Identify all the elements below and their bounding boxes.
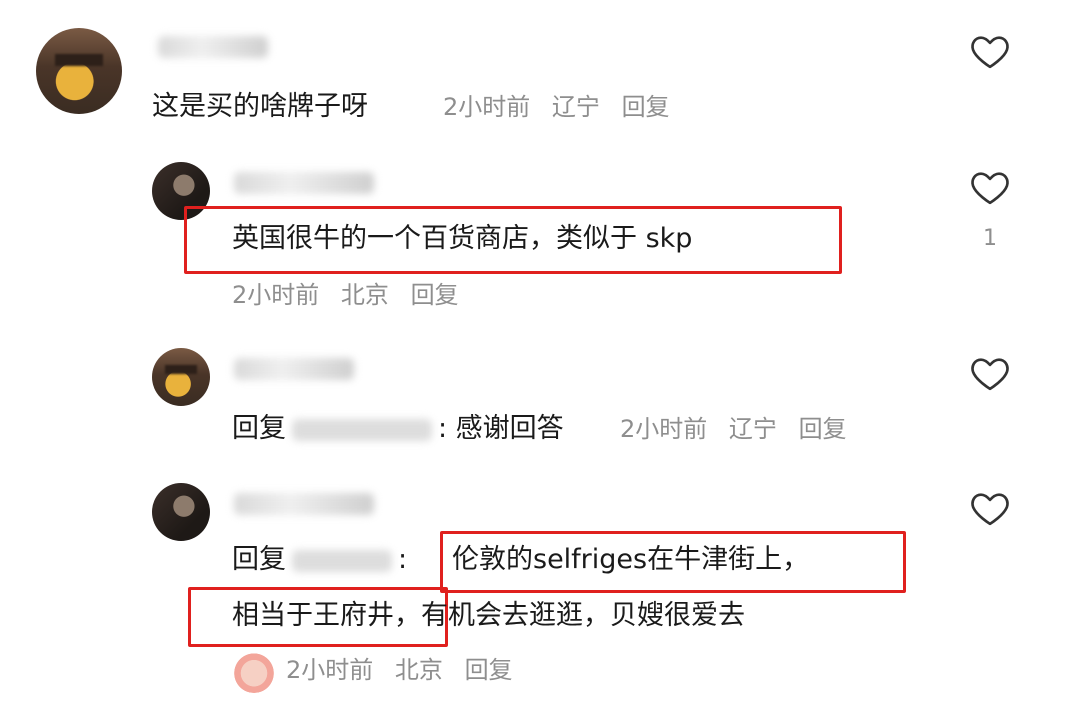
comment-text-line-1b: 伦敦的selfriges在牛津街上， <box>452 544 810 575</box>
reply-prefix: 回复 <box>232 544 286 575</box>
comment-meta: 2小时前 北京 回复 <box>232 280 473 310</box>
mention-blurred[interactable] <box>292 549 392 572</box>
comment-text-line-1: 回复: <box>232 543 407 577</box>
reply-button[interactable]: 回复 <box>411 281 459 309</box>
comment-time: 2小时前 <box>232 281 320 309</box>
comment-time: 2小时前 <box>286 656 374 684</box>
comment-text-rest: ，有机会去逛逛，贝嫂很爱去 <box>394 600 745 631</box>
heart-outline-icon[interactable] <box>970 32 1010 70</box>
comment-location: 北京 <box>340 281 389 309</box>
comment-location: 北京 <box>394 656 443 684</box>
comment-text: 这是买的啥牌子呀 <box>152 91 368 122</box>
comment-meta: 2小时前 辽宁 回复 <box>620 414 861 444</box>
reply-button[interactable]: 回复 <box>799 415 847 443</box>
reply-prefix: 回复 <box>232 413 286 444</box>
avatar[interactable] <box>36 28 122 114</box>
comment-time: 2小时前 <box>620 415 708 443</box>
comment-3: 回复 : 感谢回答 2小时前 辽宁 回复 <box>0 340 1074 480</box>
heart-outline-icon[interactable] <box>970 489 1010 527</box>
like-count: 1 <box>983 226 997 251</box>
comment-location: 辽宁 <box>728 415 777 443</box>
reply-body: : 感谢回答 <box>438 413 564 444</box>
highlighted-text: 相当于王府井 <box>232 600 394 631</box>
reply-button[interactable]: 回复 <box>465 656 513 684</box>
sticker-icon <box>232 649 276 693</box>
heart-outline-icon[interactable] <box>970 354 1010 392</box>
comment-meta: 2小时前 辽宁 回复 <box>443 92 684 122</box>
comment-text-line-2: 相当于王府井，有机会去逛逛，贝嫂很爱去 <box>232 599 745 633</box>
comment-text: 回复 : 感谢回答 <box>232 412 564 446</box>
heart-outline-icon[interactable] <box>970 168 1010 206</box>
comment-text: 英国很牛的一个百货商店，类似于 skp <box>232 223 693 254</box>
comment-meta: 2小时前 北京 回复 <box>286 655 527 685</box>
comment-4: 回复: 伦敦的selfriges在牛津街上， 相当于王府井，有机会去逛逛，贝嫂很… <box>0 475 1074 722</box>
comment-location: 辽宁 <box>551 93 600 121</box>
username-blurred[interactable] <box>234 358 354 380</box>
comment-2: 英国很牛的一个百货商店，类似于 skp 2小时前 北京 回复 1 <box>0 150 1074 330</box>
reply-button[interactable]: 回复 <box>622 93 670 121</box>
mention-blurred[interactable] <box>292 418 432 441</box>
comment-1: 这是买的啥牌子呀 2小时前 辽宁 回复 <box>0 0 1074 150</box>
username-blurred[interactable] <box>234 493 374 515</box>
reply-colon: : <box>398 544 408 575</box>
avatar[interactable] <box>152 483 210 541</box>
username-blurred[interactable] <box>158 36 268 58</box>
username-blurred[interactable] <box>234 172 374 194</box>
avatar[interactable] <box>152 348 210 406</box>
comment-time: 2小时前 <box>443 93 531 121</box>
